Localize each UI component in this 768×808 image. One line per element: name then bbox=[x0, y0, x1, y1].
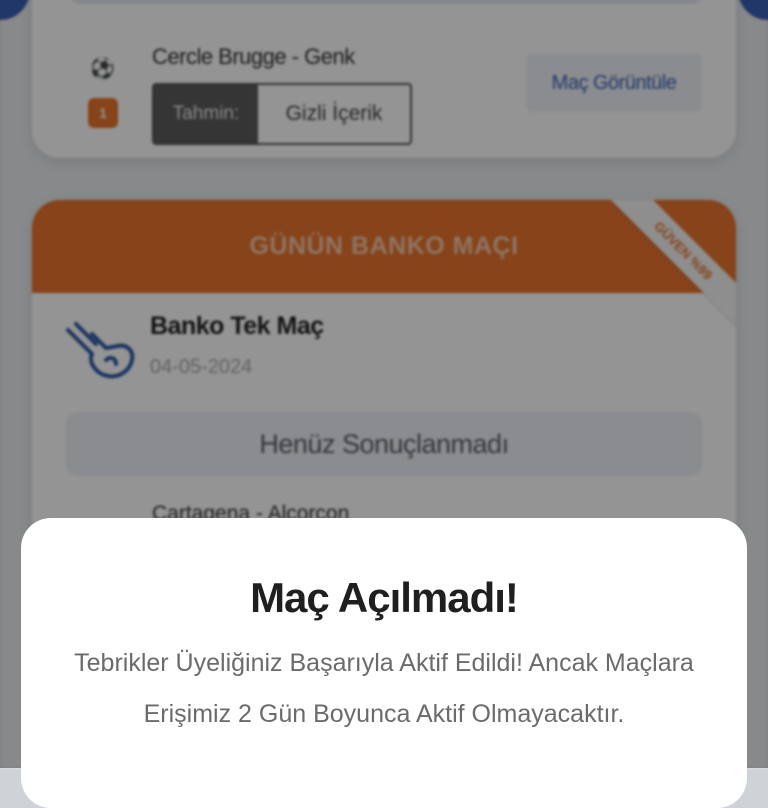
modal-message: Tebrikler Üyeliğiniz Başarıyla Aktif Edi… bbox=[74, 649, 694, 728]
modal-title: Maç Açılmadı! bbox=[250, 574, 519, 621]
alert-modal: Maç Açılmadı! Tebrikler Üyeliğiniz Başar… bbox=[21, 518, 747, 808]
